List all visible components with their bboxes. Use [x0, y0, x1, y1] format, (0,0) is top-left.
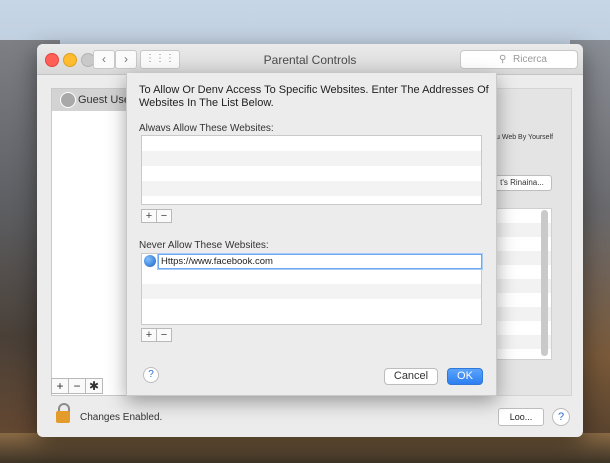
list-row[interactable] — [142, 269, 481, 284]
logs-button[interactable]: Loo... — [498, 408, 544, 426]
settings-scrollbar[interactable] — [541, 210, 548, 356]
never-allow-list[interactable]: Https://www.facebook.com — [141, 253, 482, 325]
list-row[interactable] — [142, 299, 481, 314]
add-allowed-site-button[interactable]: + — [141, 209, 157, 223]
settings-snippet-text: u Web By Yourself — [496, 134, 554, 141]
always-allow-controls: + − — [141, 209, 172, 223]
remove-user-button[interactable]: − — [68, 378, 86, 394]
search-icon: ⚲ — [499, 54, 507, 65]
list-row[interactable] — [142, 181, 481, 196]
websites-sheet: To Allow Or Denv Access To Specific Webs… — [126, 73, 497, 396]
never-allow-controls: + − — [141, 328, 172, 342]
never-allow-label: Never Allow These Websites: — [139, 240, 269, 251]
desktop-shore — [0, 433, 610, 463]
user-row-guest[interactable]: Guest User — [52, 89, 134, 111]
ok-button[interactable]: OK — [447, 368, 483, 385]
gear-icon[interactable]: ✱ — [85, 378, 103, 394]
lock-icon[interactable] — [56, 403, 70, 423]
search-field[interactable]: ⚲ Ricerca — [460, 50, 578, 69]
list-row[interactable] — [142, 151, 481, 166]
add-user-button[interactable]: + — [51, 378, 69, 394]
list-row[interactable]: Https://www.facebook.com — [142, 254, 482, 269]
user-avatar — [60, 92, 76, 108]
remove-allowed-site-button[interactable]: − — [156, 209, 172, 223]
remove-blocked-site-button[interactable]: − — [156, 328, 172, 342]
titlebar: ‹ › ⋮⋮⋮ Parental Controls ⚲ Ricerca — [37, 44, 583, 75]
globe-icon — [144, 255, 156, 267]
list-row[interactable] — [142, 284, 481, 299]
add-blocked-site-button[interactable]: + — [141, 328, 157, 342]
sheet-help-button[interactable]: ? — [143, 367, 159, 383]
settings-popup-button[interactable]: t's Rinaina... — [492, 175, 552, 191]
always-allow-list[interactable] — [141, 135, 482, 205]
list-row[interactable] — [142, 136, 481, 151]
always-allow-label: Alwavs Allow These Websites: — [139, 123, 274, 134]
cancel-button[interactable]: Cancel — [384, 368, 438, 385]
search-placeholder: Ricerca — [513, 54, 547, 65]
lock-status-text: Changes Enabled. — [80, 412, 163, 423]
sheet-instructions: To Allow Or Denv Access To Specific Webs… — [139, 84, 489, 109]
help-button[interactable]: ? — [552, 408, 570, 426]
user-list-controls: + − ✱ — [51, 378, 103, 394]
user-list: Guest User — [51, 88, 134, 396]
url-input[interactable]: Https://www.facebook.com — [158, 254, 482, 269]
lock-body — [56, 411, 70, 423]
list-row[interactable] — [142, 166, 481, 181]
